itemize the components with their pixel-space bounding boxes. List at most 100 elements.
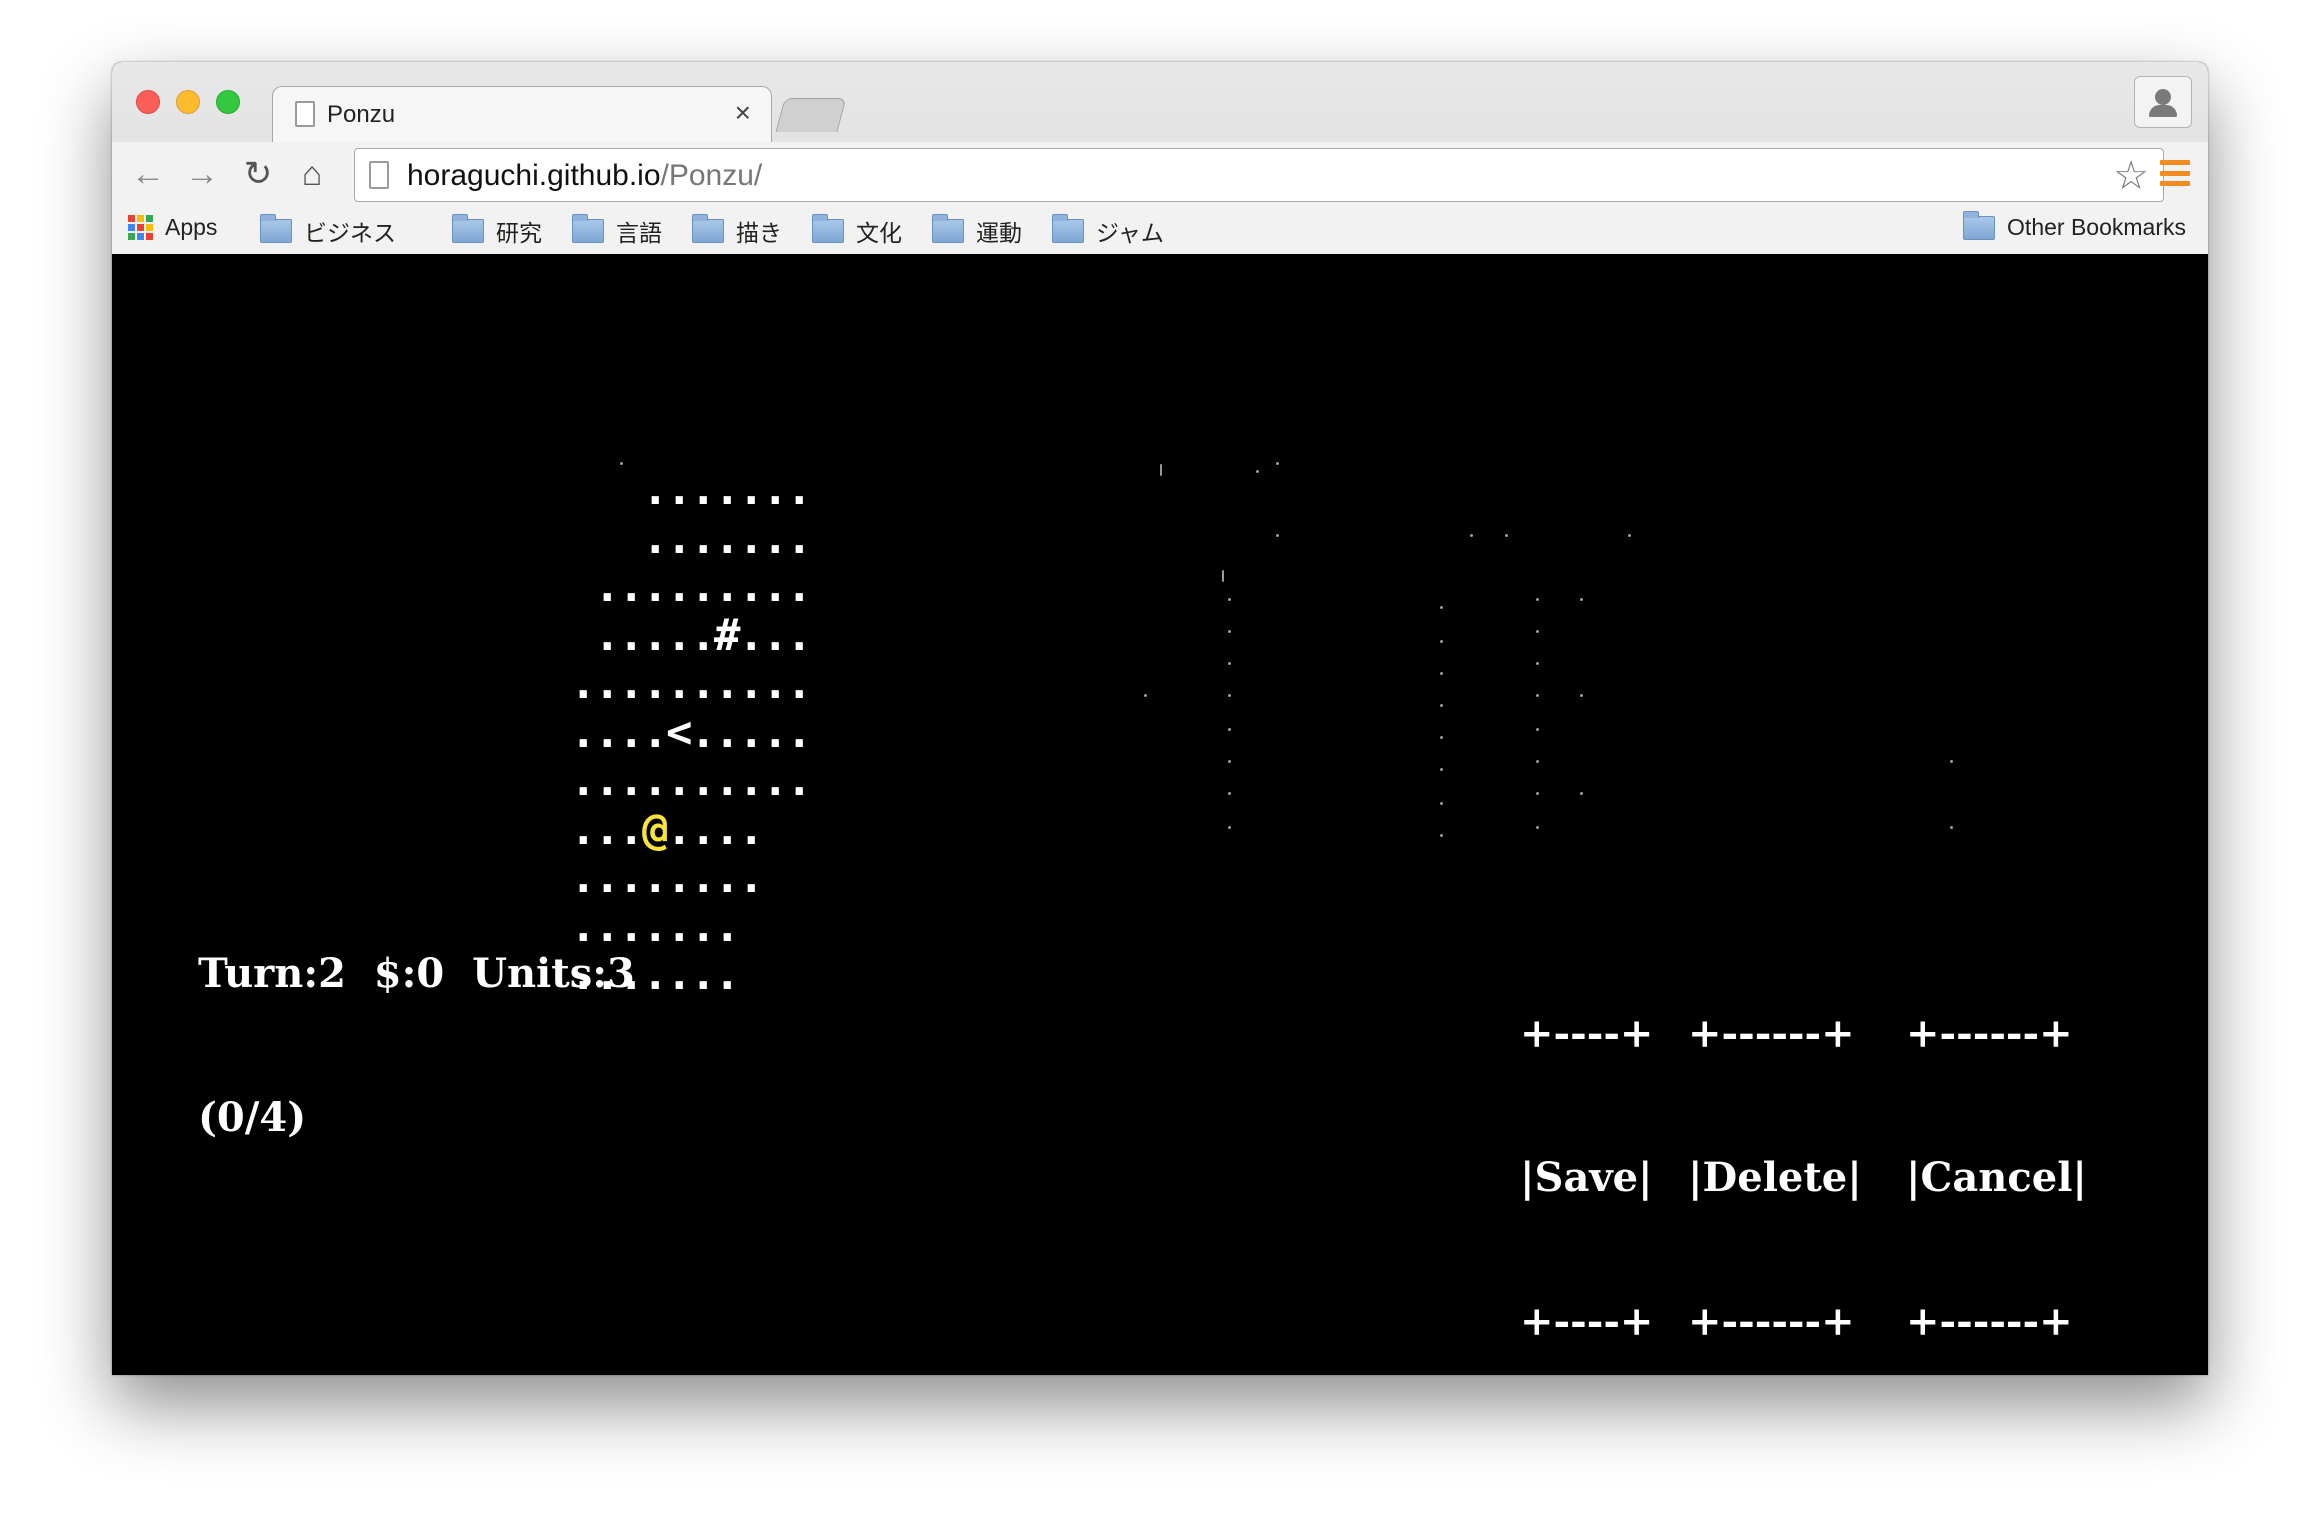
forward-button[interactable]: → <box>182 154 222 194</box>
fog-speck <box>1276 462 1279 465</box>
fog-speck <box>1440 802 1443 805</box>
save-button-top: +----+ <box>1520 1010 1654 1057</box>
url-host: horaguchi.github.io <box>407 159 661 192</box>
map-row: ....<..... <box>570 706 813 758</box>
person-icon <box>2155 89 2171 105</box>
fog-speck <box>1440 736 1443 739</box>
browser-chrome: Ponzu × ← → ↻ ⌂ horaguchi.github.io/Ponz… <box>112 62 2208 254</box>
bookmark-folder-drawing[interactable]: 描き <box>692 214 782 248</box>
status-line-1: Turn:2 $:0 Units:3 <box>198 950 635 997</box>
fog-speck <box>1536 728 1539 731</box>
fog-speck <box>1440 768 1443 771</box>
stairs-tile: < <box>666 706 693 758</box>
cancel-button-bottom: +------+ <box>1906 1298 2073 1345</box>
fog-speck <box>1628 534 1631 537</box>
close-tab-icon[interactable]: × <box>735 97 751 129</box>
fog-speck <box>1228 826 1231 829</box>
fog-speck <box>1536 792 1539 795</box>
bookmark-folder-exercise[interactable]: 運動 <box>932 214 1022 248</box>
toolbar: ← → ↻ ⌂ horaguchi.github.io/Ponzu/ ☆ <box>112 142 2208 206</box>
fog-speck <box>1470 534 1473 537</box>
bookmark-folder-business[interactable]: ビジネス <box>260 214 396 248</box>
game-viewport[interactable]: ....... ....... ......... .....#........… <box>112 254 2208 1375</box>
bookmark-folder-research[interactable]: 研究 <box>452 214 542 248</box>
other-bookmarks[interactable]: Other Bookmarks <box>1963 210 2186 241</box>
delete-button-top: +------+ <box>1688 1010 1855 1057</box>
folder-icon <box>572 214 604 243</box>
url-text[interactable]: horaguchi.github.io/Ponzu/ <box>407 159 762 193</box>
save-button-label: |Save| <box>1520 1154 1653 1201</box>
fog-speck <box>1580 792 1583 795</box>
document-icon <box>295 101 315 127</box>
fog-speck <box>1228 598 1231 601</box>
tab-ponzu[interactable]: Ponzu × <box>272 86 772 142</box>
fog-speck <box>1505 534 1508 537</box>
bookmark-apps[interactable]: Apps <box>128 214 217 241</box>
fog-speck <box>1536 826 1539 829</box>
cancel-button-top: +------+ <box>1906 1010 2073 1057</box>
map-row: ....... <box>642 512 813 564</box>
delete-button-label: |Delete| <box>1688 1154 1862 1201</box>
bookmark-folder-jam[interactable]: ジャム <box>1052 214 1164 248</box>
bookmark-label: 文化 <box>856 220 902 246</box>
fog-speck <box>1536 662 1539 665</box>
fog-speck <box>1950 826 1953 829</box>
fog-speck <box>1536 760 1539 763</box>
back-button[interactable]: ← <box>128 154 168 194</box>
fog-speck <box>1228 760 1231 763</box>
fog-speck <box>1160 464 1162 476</box>
bookmark-label: 運動 <box>976 220 1022 246</box>
bookmark-label: Other Bookmarks <box>2007 214 2186 240</box>
address-bar[interactable]: horaguchi.github.io/Ponzu/ ☆ <box>354 148 2164 202</box>
reload-button[interactable]: ↻ <box>238 154 278 194</box>
fog-speck <box>1440 672 1443 675</box>
bookmark-star-icon[interactable]: ☆ <box>2113 153 2149 199</box>
bookmark-label: ジャム <box>1096 220 1164 246</box>
wall-tile: # <box>714 609 741 661</box>
fog-speck <box>1580 694 1583 697</box>
bookmark-label: Apps <box>165 214 218 240</box>
profile-button[interactable] <box>2134 76 2192 128</box>
new-tab-button[interactable] <box>775 98 847 132</box>
fog-speck <box>1276 534 1279 537</box>
folder-icon <box>1963 210 1996 240</box>
zoom-window-button[interactable] <box>216 90 240 114</box>
cancel-button[interactable]: +------+ |Cancel| +------+ <box>1906 914 2087 1375</box>
fog-speck <box>1440 704 1443 707</box>
minimize-window-button[interactable] <box>176 90 200 114</box>
fog-speck <box>1222 570 1224 582</box>
chrome-menu-icon[interactable] <box>2160 160 2190 186</box>
bookmark-label: ビジネス <box>304 220 396 246</box>
fog-speck <box>1144 694 1147 697</box>
bookmark-folder-language[interactable]: 言語 <box>572 214 662 248</box>
person-icon-body <box>2149 105 2177 117</box>
fog-speck <box>1228 630 1231 633</box>
player-unit[interactable]: @ <box>642 804 669 855</box>
save-button[interactable]: +----+ |Save| +----+ <box>1520 914 1653 1375</box>
map-row: .......... <box>570 658 813 709</box>
fog-speck <box>1228 728 1231 731</box>
map-row: ...@.... <box>570 803 765 855</box>
bookmark-label: 研究 <box>496 220 542 246</box>
status-panel: Turn:2 $:0 Units:3 (0/4) <box>198 854 635 1238</box>
delete-button[interactable]: +------+ |Delete| +------+ <box>1688 914 1862 1375</box>
fog-speck <box>620 462 623 465</box>
folder-icon <box>1052 214 1084 243</box>
tab-strip: Ponzu × <box>112 62 2208 142</box>
fog-speck <box>1580 598 1583 601</box>
fog-speck <box>1536 598 1539 601</box>
bookmark-folder-culture[interactable]: 文化 <box>812 214 902 248</box>
bookmarks-bar: Apps ビジネス 研究 言語 描き 文化 運動 ジャム Other Bookm… <box>112 206 2208 254</box>
fog-speck <box>1256 470 1259 473</box>
map-row: ......... <box>594 561 813 612</box>
home-button[interactable]: ⌂ <box>292 154 332 194</box>
bookmark-label: 描き <box>736 220 782 246</box>
close-window-button[interactable] <box>136 90 160 114</box>
fog-speck <box>1440 834 1443 837</box>
url-path: /Ponzu/ <box>660 159 763 192</box>
map-row: ....... <box>642 464 813 515</box>
fog-speck <box>1228 694 1231 697</box>
save-button-bottom: +----+ <box>1520 1298 1654 1345</box>
fog-speck <box>1536 694 1539 697</box>
browser-window: Ponzu × ← → ↻ ⌂ horaguchi.github.io/Ponz… <box>112 62 2208 1375</box>
